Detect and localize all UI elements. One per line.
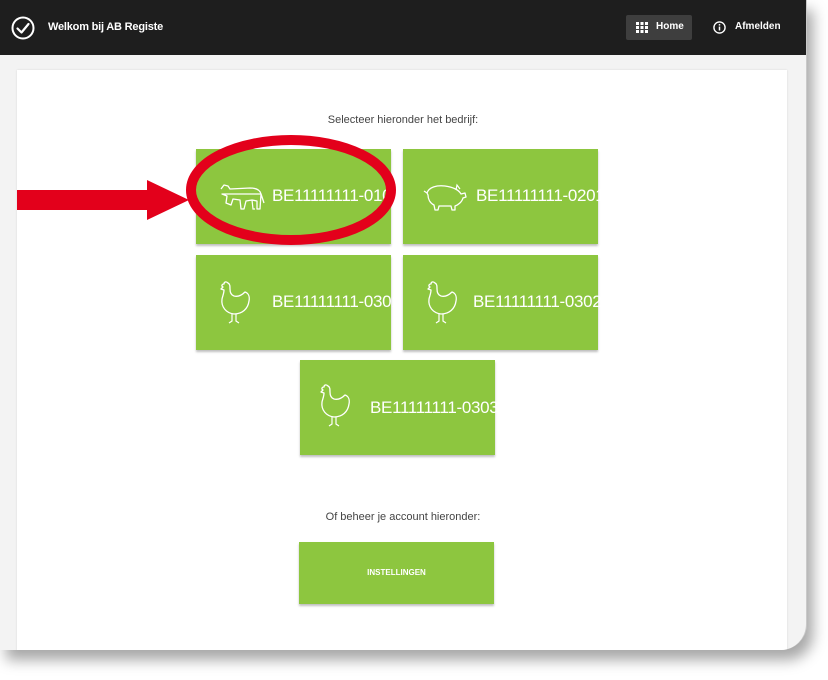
company-tile-0302[interactable]: BE11111111-0302 <box>403 255 602 350</box>
chicken-icon <box>320 384 350 427</box>
company-code: BE11111111-0302 <box>473 292 602 311</box>
company-code: BE11111111-0303 <box>370 398 499 417</box>
account-prompt: Of beheer je account hieronder: <box>325 511 481 523</box>
pig-icon <box>423 183 467 211</box>
app-window: Welkom bij AB Registe Home Afmelden Sele… <box>0 0 807 650</box>
chicken-icon <box>427 281 457 324</box>
company-tile-0201[interactable]: BE11111111-0201 <box>403 149 605 244</box>
check-circle-icon[interactable] <box>11 16 35 40</box>
company-tile-0303[interactable]: BE11111111-0303 <box>300 360 499 455</box>
top-navigation-bar: Welkom bij AB Registe Home Afmelden <box>0 0 806 55</box>
settings-button[interactable]: INSTELLINGEN <box>299 542 494 604</box>
info-icon <box>713 21 726 34</box>
chicken-icon <box>220 281 250 324</box>
grid-icon <box>636 22 648 33</box>
app-title: Welkom bij AB Registe <box>48 21 163 33</box>
company-tile-0301[interactable]: BE11111111-0301 <box>196 255 401 350</box>
highlight-ellipse <box>186 135 396 245</box>
home-button[interactable]: Home <box>626 15 692 40</box>
red-arrow-icon <box>17 180 189 220</box>
home-label: Home <box>656 21 684 32</box>
company-code: BE11111111-0301 <box>272 292 401 311</box>
select-company-prompt: Selecteer hieronder het bedrijf: <box>327 114 479 126</box>
logout-label: Afmelden <box>735 21 781 32</box>
company-code: BE11111111-0201 <box>476 186 605 205</box>
